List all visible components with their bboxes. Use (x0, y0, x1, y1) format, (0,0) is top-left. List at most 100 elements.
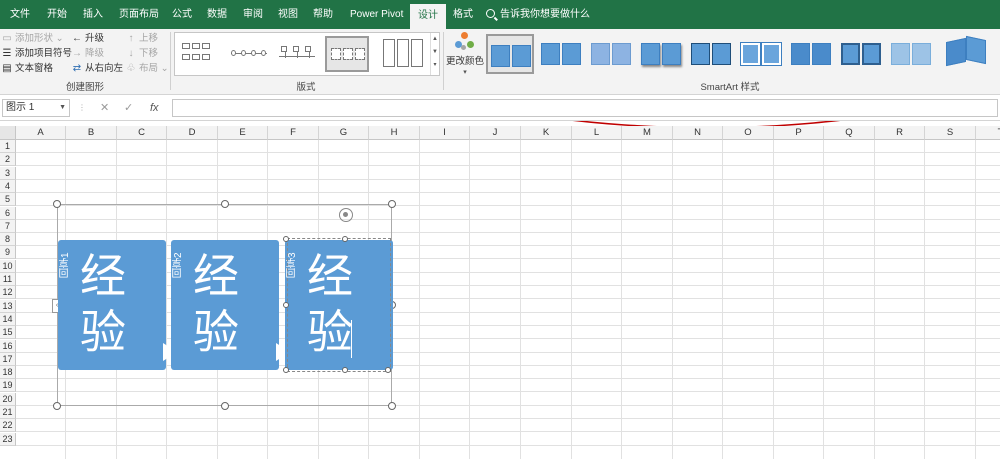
shape-handle[interactable] (385, 367, 391, 373)
move-up-button[interactable]: ↑ 上移 (126, 31, 159, 47)
row-header[interactable]: 18 (0, 366, 16, 379)
shape-handle[interactable] (283, 367, 289, 373)
row-header[interactable]: 14 (0, 313, 16, 326)
name-box[interactable]: 图示 1 ▼ (2, 99, 70, 117)
move-down-button[interactable]: ↓ 下移 (126, 46, 159, 62)
column-header[interactable]: E (218, 126, 268, 140)
smartart-card-2[interactable]: 回享2 经验 (171, 240, 279, 370)
tab-format[interactable]: 格式 (445, 0, 481, 29)
style-option-1-selected[interactable] (486, 34, 534, 74)
column-header[interactable]: A (16, 126, 66, 140)
style-option-10-3d[interactable] (940, 34, 992, 74)
style-option-2[interactable] (538, 34, 586, 74)
row-header[interactable]: 2 (0, 153, 16, 166)
column-header[interactable]: N (673, 126, 723, 140)
column-header[interactable]: F (268, 126, 319, 140)
row-header[interactable]: 1 (0, 140, 16, 153)
column-header[interactable]: S (925, 126, 976, 140)
rotate-handle-icon[interactable] (339, 208, 353, 222)
column-header[interactable]: L (572, 126, 622, 140)
resize-handle[interactable] (53, 402, 61, 410)
style-option-6[interactable] (738, 34, 786, 74)
smartart-card-1[interactable]: 回享1 经验 (58, 240, 166, 370)
row-header[interactable]: 3 (0, 167, 16, 180)
enter-icon[interactable]: ✓ (124, 99, 133, 117)
column-header[interactable]: G (319, 126, 369, 140)
column-header[interactable]: B (66, 126, 117, 140)
add-shape-button[interactable]: ▭ 添加形状 ⌄ (2, 31, 63, 47)
row-header[interactable]: 15 (0, 326, 16, 339)
layout-option-5[interactable] (379, 36, 429, 72)
select-all-corner[interactable] (0, 126, 16, 140)
demote-button[interactable]: → 降级 (72, 46, 104, 62)
tab-file[interactable]: 文件 (2, 0, 38, 29)
tab-review[interactable]: 审阅 (235, 0, 271, 29)
column-header[interactable]: P (774, 126, 824, 140)
resize-handle[interactable] (388, 200, 396, 208)
layout-option-2[interactable] (227, 36, 271, 72)
style-option-3[interactable] (588, 34, 636, 74)
change-colors-button[interactable]: 更改颜色 ▾ (446, 32, 484, 78)
column-header[interactable]: C (117, 126, 167, 140)
gallery-scroll[interactable]: ▲ ▼ ▾ (430, 33, 439, 75)
column-header[interactable]: T (976, 126, 1000, 140)
tab-formulas[interactable]: 公式 (164, 0, 200, 29)
resize-handle[interactable] (53, 200, 61, 208)
shape-handle[interactable] (283, 236, 289, 242)
row-header[interactable]: 10 (0, 260, 16, 273)
insert-function-icon[interactable]: fx (150, 99, 159, 117)
row-header[interactable]: 7 (0, 220, 16, 233)
column-header[interactable]: M (622, 126, 673, 140)
layout-option-1[interactable] (179, 36, 223, 72)
tab-view[interactable]: 视图 (270, 0, 306, 29)
layout-option-3[interactable] (275, 36, 319, 72)
column-header[interactable]: Q (824, 126, 875, 140)
shape-handle[interactable] (342, 367, 348, 373)
right-to-left-button[interactable]: ⇄ 从右向左 (72, 61, 123, 77)
tab-home[interactable]: 开始 (39, 0, 75, 29)
column-header[interactable]: D (167, 126, 218, 140)
row-header[interactable]: 5 (0, 193, 16, 206)
column-header[interactable]: O (723, 126, 774, 140)
row-header[interactable]: 4 (0, 180, 16, 193)
row-header[interactable]: 6 (0, 207, 16, 220)
add-bullet-button[interactable]: ☰ 添加项目符号 (2, 46, 73, 62)
layout-option-4-selected[interactable] (325, 36, 369, 72)
formula-input[interactable] (172, 99, 998, 117)
row-header[interactable]: 21 (0, 406, 16, 419)
resize-handle[interactable] (221, 200, 229, 208)
column-header[interactable]: I (420, 126, 470, 140)
column-header[interactable]: J (470, 126, 521, 140)
row-header[interactable]: 12 (0, 286, 16, 299)
row-header[interactable]: 8 (0, 233, 16, 246)
row-header[interactable]: 13 (0, 300, 16, 313)
promote-button[interactable]: ← 升级 (72, 31, 104, 47)
style-option-7[interactable] (788, 34, 836, 74)
tab-data[interactable]: 数据 (199, 0, 235, 29)
row-header[interactable]: 22 (0, 419, 16, 432)
card-body[interactable]: 经验 (80, 248, 136, 360)
shape-handle[interactable] (342, 236, 348, 242)
tab-page-layout[interactable]: 页面布局 (111, 0, 167, 29)
row-header[interactable]: 19 (0, 379, 16, 392)
column-header[interactable]: K (521, 126, 572, 140)
tell-me-box[interactable]: 告诉我你想要做什么 (486, 0, 590, 29)
tab-insert[interactable]: 插入 (75, 0, 111, 29)
resize-handle[interactable] (388, 402, 396, 410)
tab-help[interactable]: 帮助 (305, 0, 341, 29)
shape-handle[interactable] (283, 302, 289, 308)
row-header[interactable]: 11 (0, 273, 16, 286)
style-option-4[interactable] (638, 34, 686, 74)
style-option-5[interactable] (688, 34, 736, 74)
layout-button[interactable]: ♧ 布局 ⌄ (126, 61, 169, 77)
text-pane-button[interactable]: ▤ 文本窗格 (2, 61, 53, 77)
row-header[interactable]: 23 (0, 433, 16, 446)
tab-power-pivot[interactable]: Power Pivot (342, 0, 411, 29)
column-header[interactable]: H (369, 126, 420, 140)
style-option-9[interactable] (888, 34, 936, 74)
style-option-8[interactable] (838, 34, 886, 74)
tab-design[interactable]: 设计 (410, 4, 446, 29)
row-header[interactable]: 9 (0, 246, 16, 259)
card-body[interactable]: 经验 (193, 248, 249, 360)
cancel-icon[interactable]: ✕ (100, 99, 109, 117)
